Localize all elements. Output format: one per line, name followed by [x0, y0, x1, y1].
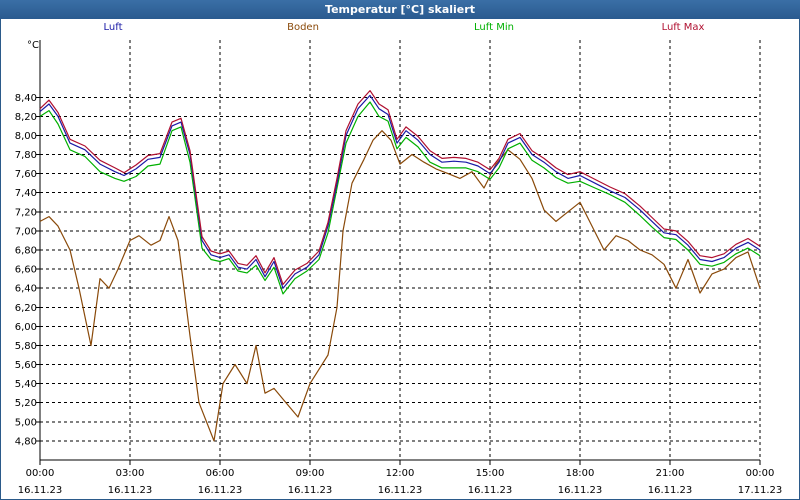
- x-tick-time: 00:00: [746, 468, 775, 479]
- x-tick-time: 09:00: [296, 468, 325, 479]
- y-tick-label: 4,80: [15, 436, 37, 447]
- y-tick-label: 5,40: [15, 379, 37, 390]
- line-chart: °C 4,80 5,00 5,20 5,40 5,60 5,80 6,00 6,20 6,40 6…: [15, 40, 783, 496]
- y-tick-label: 6,40: [15, 284, 37, 295]
- y-tick-label: 7,40: [15, 188, 37, 199]
- x-tick-time: 15:00: [476, 468, 505, 479]
- y-tick-label: 8,20: [15, 112, 37, 123]
- y-tick-label: 6,80: [15, 246, 37, 257]
- y-tick-label: 6,00: [15, 322, 37, 333]
- y-tick-label: 7,80: [15, 150, 37, 161]
- x-tick-date: 16.11.23: [378, 485, 423, 496]
- y-tick-label: 5,00: [15, 417, 37, 428]
- x-tick-time: 12:00: [386, 468, 415, 479]
- y-tick-label: 8,00: [15, 131, 37, 142]
- x-tick-date: 16.11.23: [198, 485, 243, 496]
- x-tick-date: 16.11.23: [18, 485, 63, 496]
- y-tick-label: 7,60: [15, 169, 37, 180]
- x-tick-time: 06:00: [206, 468, 235, 479]
- x-tick-time: 21:00: [656, 468, 685, 479]
- y-tick-label: 7,20: [15, 207, 37, 218]
- y-tick-label: 6,60: [15, 265, 37, 276]
- x-tick-date: 16.11.23: [558, 485, 603, 496]
- y-tick-label: 5,80: [15, 341, 37, 352]
- x-tick-time: 18:00: [566, 468, 595, 479]
- y-tick-label: 6,20: [15, 303, 37, 314]
- y-axis-unit: °C: [27, 40, 39, 51]
- x-tick-date: 16.11.23: [108, 485, 153, 496]
- x-tick-date: 16.11.23: [648, 485, 693, 496]
- x-tick-date: 17.11.23: [738, 485, 783, 496]
- x-tick-date: 16.11.23: [288, 485, 333, 496]
- x-tick-time: 03:00: [116, 468, 145, 479]
- y-tick-label: 5,20: [15, 398, 37, 409]
- x-tick-date: 16.11.23: [468, 485, 513, 496]
- y-tick-label: 8,40: [15, 93, 37, 104]
- x-tick-time: 00:00: [26, 468, 55, 479]
- y-tick-label: 7,00: [15, 226, 37, 237]
- y-tick-label: 5,60: [15, 360, 37, 371]
